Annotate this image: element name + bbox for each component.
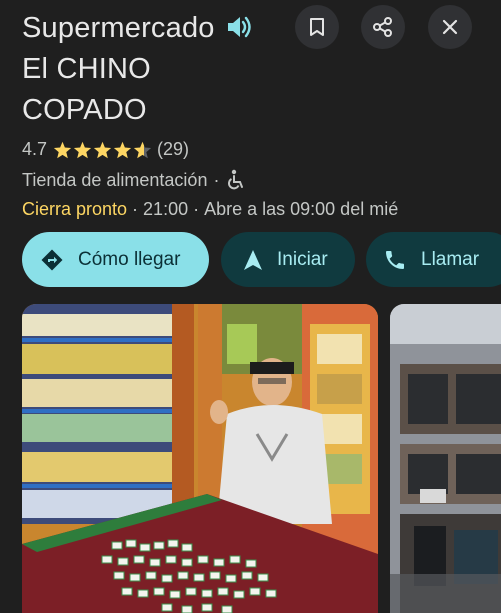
share-icon <box>373 17 392 37</box>
navigation-icon <box>244 249 262 270</box>
wheelchair-icon <box>228 169 244 190</box>
bookmark-icon <box>310 18 324 36</box>
rating-row[interactable]: 4.7 (29) <box>22 139 189 160</box>
start-label: Iniciar <box>277 248 328 270</box>
category-label: Tienda de alimentación <box>22 169 208 190</box>
directions-button[interactable]: Cómo llegar <box>22 232 209 287</box>
call-label: Llamar <box>421 248 480 270</box>
share-button[interactable] <box>361 5 405 49</box>
next-open: Abre a las 09:00 del mié <box>204 199 399 219</box>
phone-icon <box>386 250 404 269</box>
star-rating <box>53 141 153 159</box>
close-icon <box>442 19 458 35</box>
star-half-icon <box>133 141 152 158</box>
bookmark-button[interactable] <box>295 5 339 49</box>
hours-row[interactable]: Cierra pronto · 21:00 · Abre a las 09:00… <box>22 199 398 220</box>
separator: · <box>132 199 139 219</box>
open-status: Cierra pronto <box>22 199 128 219</box>
building-exterior-image <box>390 304 501 613</box>
star-icon <box>93 141 112 158</box>
separator: · <box>193 199 200 219</box>
directions-icon <box>41 249 63 270</box>
star-icon <box>53 141 72 158</box>
closing-time: 21:00 <box>143 199 189 219</box>
place-title: Supermercado El CHINO COPADO <box>22 12 215 126</box>
store-interior-image <box>22 304 378 613</box>
exterior-photo[interactable] <box>390 304 501 613</box>
star-icon <box>73 141 92 158</box>
rating-value: 4.7 <box>22 139 48 159</box>
start-button[interactable]: Iniciar <box>221 232 355 287</box>
separator: · <box>213 169 220 190</box>
close-button[interactable] <box>428 5 472 49</box>
call-button[interactable]: Llamar <box>366 232 501 287</box>
speaker-icon[interactable] <box>224 12 254 42</box>
directions-label: Cómo llegar <box>78 248 181 270</box>
star-icon <box>113 141 132 158</box>
review-count: (29) <box>157 139 190 159</box>
store-photo[interactable] <box>22 304 378 613</box>
category-row: Tienda de alimentación · <box>22 169 245 191</box>
